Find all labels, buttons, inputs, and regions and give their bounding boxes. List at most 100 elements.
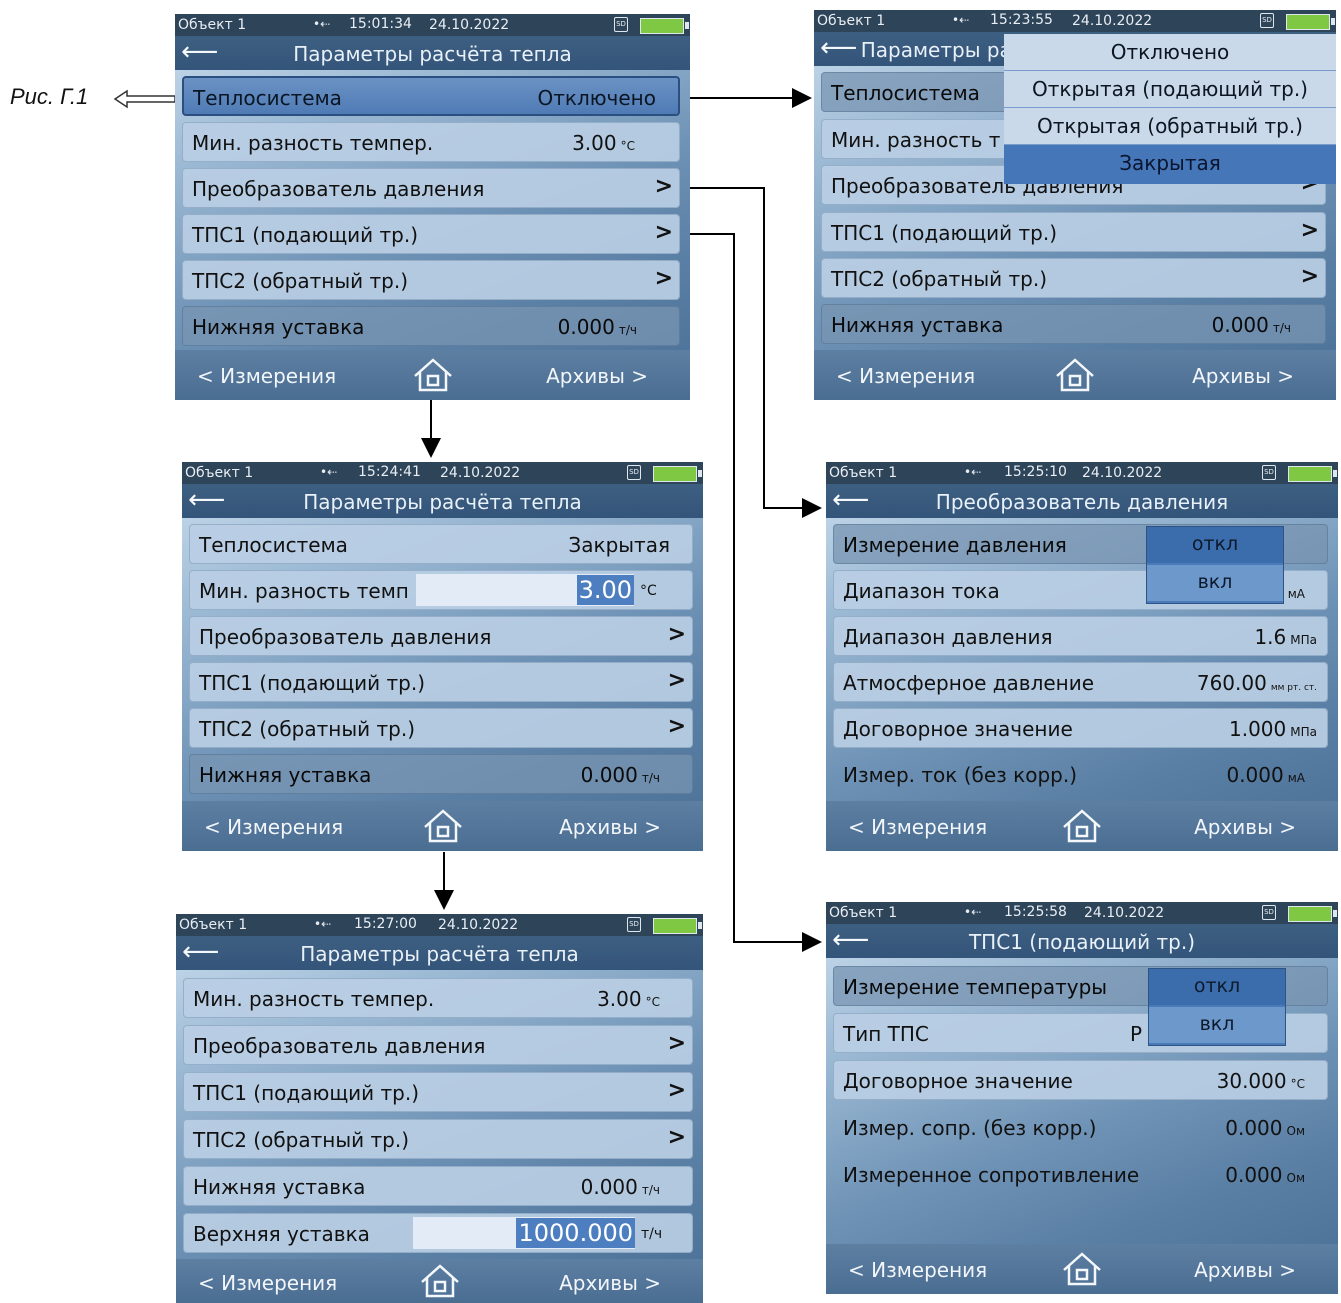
row-heat-system[interactable]: Теплосистема Закрытая: [189, 524, 693, 564]
home-icon[interactable]: [1060, 1250, 1104, 1288]
row-pressure-transducer[interactable]: Преобразователь давления >: [183, 1025, 693, 1065]
row-min-temp-diff[interactable]: Мин. разность темпер. 3.00 °C: [183, 978, 693, 1018]
chevron-right-icon: >: [1300, 218, 1319, 243]
row-min-temp-diff[interactable]: Мин. разность темп 3.00 °C: [189, 570, 693, 610]
home-icon[interactable]: [421, 807, 465, 845]
row-min-temp-diff[interactable]: Мин. разность темпер. 3.00 °C: [182, 122, 680, 162]
row-pressure-transducer[interactable]: Преобразователь давления >: [182, 168, 680, 208]
dropdown-option-open-supply[interactable]: Открытая (подающий тр.): [1004, 71, 1336, 108]
toggle-option-on[interactable]: вкл: [1147, 565, 1283, 601]
screen-title: ТПС1 (подающий тр.): [968, 930, 1196, 954]
dropdown-option-open-return[interactable]: Открытая (обратный тр.): [1004, 108, 1336, 145]
nav-measurements-button[interactable]: < Измерения: [204, 815, 343, 839]
chevron-right-icon: >: [667, 622, 686, 647]
row-pressure-range[interactable]: Диапазон давления 1.6 МПа: [833, 616, 1328, 656]
screen-title: Преобразователь давления: [935, 490, 1229, 514]
row-label: Договорное значение: [843, 1069, 1073, 1093]
footer-nav: < Измерения Архивы >: [814, 350, 1336, 400]
nav-archives-button[interactable]: Архивы >: [559, 1271, 661, 1295]
toggle-option-off[interactable]: откл: [1147, 527, 1283, 563]
nav-archives-button[interactable]: Архивы >: [1194, 1258, 1296, 1282]
usb-icon: •⇠: [320, 465, 338, 479]
row-tps1[interactable]: ТПС1 (подающий тр.) >: [183, 1072, 693, 1112]
row-tps1[interactable]: ТПС1 (подающий тр.) >: [189, 662, 693, 702]
arrow-a-to-d: [690, 187, 822, 518]
row-pressure-transducer[interactable]: Преобразователь давления >: [189, 616, 693, 656]
clock-time: 15:23:55: [990, 12, 1053, 28]
row-lower-setpoint[interactable]: Нижняя уставка 0.000 т/ч: [189, 754, 693, 794]
dropdown-option-closed[interactable]: Закрытая: [1004, 145, 1336, 184]
nav-archives-button[interactable]: Архивы >: [546, 364, 648, 388]
nav-archives-button[interactable]: Архивы >: [559, 815, 661, 839]
row-value: 0.000 т/ч: [580, 1175, 660, 1199]
sd-card-icon: SD: [627, 917, 641, 932]
row-tps1[interactable]: ТПС1 (подающий тр.) >: [821, 212, 1326, 252]
row-label: Мин. разность т: [831, 128, 1001, 152]
battery-icon: [653, 466, 702, 482]
toggle-option-on[interactable]: вкл: [1149, 1007, 1285, 1043]
home-icon[interactable]: [411, 356, 455, 394]
row-upper-setpoint[interactable]: Верхняя уставка 1000.000 т/ч: [183, 1213, 693, 1253]
nav-measurements-button[interactable]: < Измерения: [198, 1271, 337, 1295]
row-value: 0.000 Ом: [1225, 1163, 1305, 1187]
row-lower-setpoint[interactable]: Нижняя уставка 0.000 т/ч: [821, 304, 1326, 344]
row-label: Договорное значение: [843, 717, 1073, 741]
status-bar: Объект 1 •⇠ 15:23:55 24.10.2022 SD: [814, 10, 1336, 32]
nav-measurements-button[interactable]: < Измерения: [848, 1258, 987, 1282]
footer-nav: < Измерения Архивы >: [826, 1244, 1338, 1294]
battery-icon: [1288, 906, 1337, 922]
toggle-option-off[interactable]: откл: [1149, 969, 1285, 1005]
screen-heat-params-main: Объект 1 •⇠ 15:01:34 24.10.2022 SD ⟵ Пар…: [175, 14, 690, 400]
row-label: ТПС2 (обратный тр.): [199, 717, 416, 741]
row-label: Нижняя уставка: [831, 313, 1004, 337]
row-tps2[interactable]: ТПС2 (обратный тр.) >: [182, 260, 680, 300]
chevron-right-icon: >: [667, 1125, 686, 1150]
home-icon[interactable]: [418, 1262, 462, 1300]
chevron-right-icon: >: [667, 714, 686, 739]
row-contract-value[interactable]: Договорное значение 1.000 МПа: [833, 708, 1328, 748]
row-value: 0.000 Ом: [1225, 1116, 1305, 1140]
row-label: Диапазон тока: [843, 579, 1000, 603]
heat-system-dropdown[interactable]: Отключено Открытая (подающий тр.) Открыт…: [1004, 34, 1336, 184]
home-icon[interactable]: [1060, 807, 1104, 845]
row-lower-setpoint[interactable]: Нижняя уставка 0.000 т/ч: [183, 1166, 693, 1206]
input-value: 3.00: [576, 575, 634, 605]
object-label: Объект 1: [829, 905, 898, 921]
row-measured-current: Измер. ток (без корр.) 0.000 мА: [833, 754, 1328, 794]
pressure-measurement-toggle[interactable]: откл вкл: [1146, 526, 1284, 604]
row-tps2[interactable]: ТПС2 (обратный тр.) >: [821, 258, 1326, 298]
row-tps2[interactable]: ТПС2 (обратный тр.) >: [189, 708, 693, 748]
row-label: Верхняя уставка: [193, 1222, 370, 1246]
row-label: Преобразователь давления: [199, 625, 492, 649]
nav-archives-button[interactable]: Архивы >: [1194, 815, 1296, 839]
row-contract-value[interactable]: Договорное значение 30.000 °C: [833, 1060, 1328, 1100]
row-value: 0.000 т/ч: [557, 315, 637, 339]
usb-icon: •⇠: [314, 917, 332, 931]
status-bar: Объект 1 •⇠ 15:27:00 24.10.2022 SD: [176, 914, 703, 936]
row-label: Измер. сопр. (без корр.): [843, 1116, 1097, 1140]
nav-archives-button[interactable]: Архивы >: [1192, 364, 1294, 388]
home-icon[interactable]: [1053, 356, 1097, 394]
row-heat-system[interactable]: Теплосистема Отключено: [182, 76, 680, 116]
battery-icon: [640, 18, 689, 34]
usb-icon: •⇠: [964, 465, 982, 479]
row-tps1[interactable]: ТПС1 (подающий тр.) >: [182, 214, 680, 254]
nav-measurements-button[interactable]: < Измерения: [836, 364, 975, 388]
row-lower-setpoint[interactable]: Нижняя уставка 0.000 т/ч: [182, 306, 680, 346]
row-atmospheric-pressure[interactable]: Атмосферное давление 760.00 мм рт. ст.: [833, 662, 1328, 702]
row-tps2[interactable]: ТПС2 (обратный тр.) >: [183, 1119, 693, 1159]
chevron-right-icon: >: [667, 1078, 686, 1103]
nav-measurements-button[interactable]: < Измерения: [197, 364, 336, 388]
upper-setpoint-input[interactable]: 1000.000: [413, 1217, 635, 1249]
title-bar: ⟵ Параметры расчёта тепла: [182, 484, 703, 518]
nav-measurements-button[interactable]: < Измерения: [848, 815, 987, 839]
temperature-measurement-toggle[interactable]: откл вкл: [1148, 968, 1286, 1046]
row-value: Отключено: [537, 86, 656, 110]
dropdown-option-disabled[interactable]: Отключено: [1004, 34, 1336, 71]
clock-date: 24.10.2022: [1084, 905, 1165, 921]
min-temp-diff-input[interactable]: 3.00: [416, 574, 634, 606]
row-label: Преобразователь давления: [193, 1034, 486, 1058]
screen-title: Параметры расчёта тепла: [303, 490, 582, 514]
row-value: 1.000 МПа: [1229, 717, 1317, 741]
screen-tps1: Объект 1 •⇠ 15:25:58 24.10.2022 SD ⟵ ТПС…: [826, 902, 1338, 1294]
